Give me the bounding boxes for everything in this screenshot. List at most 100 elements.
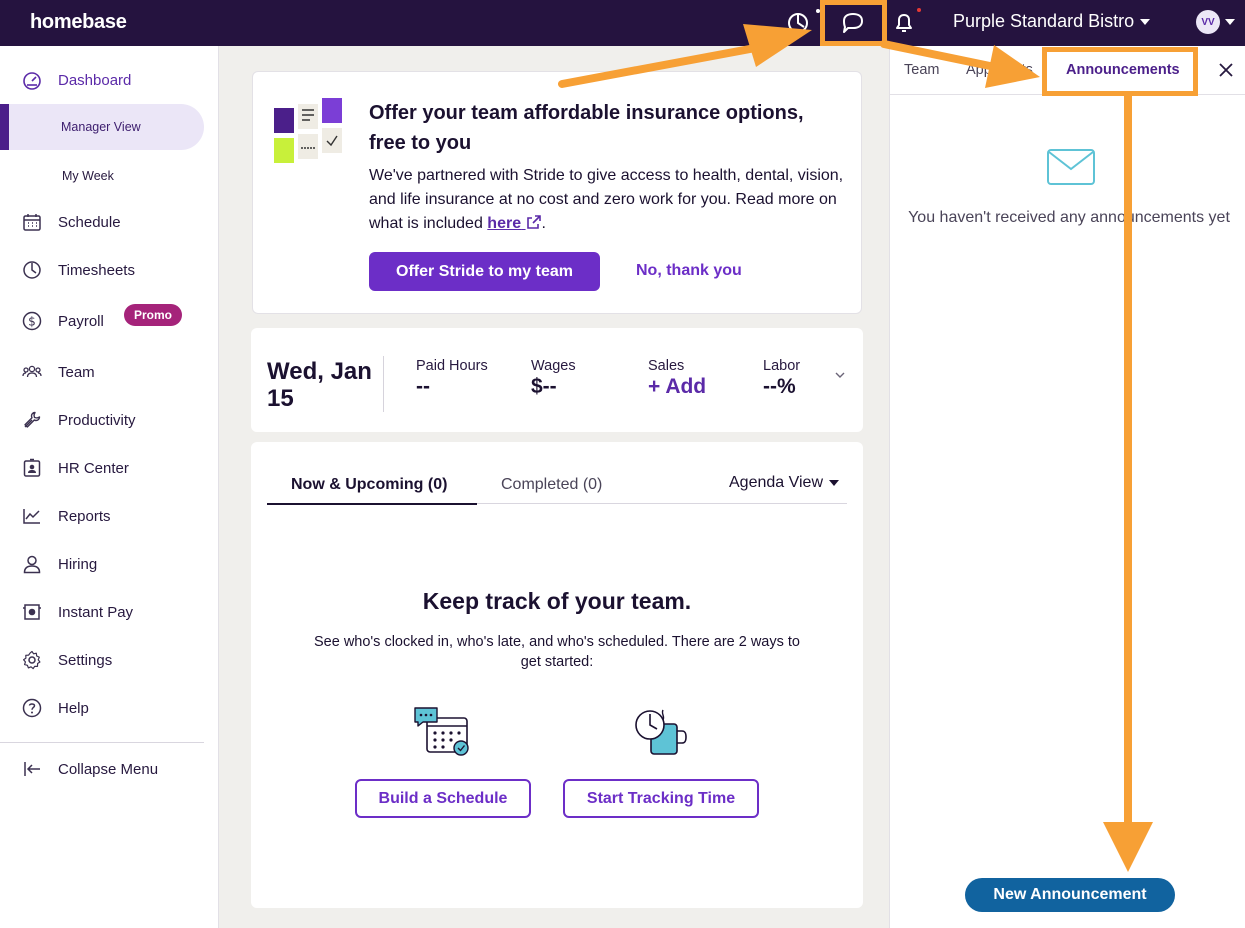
stat-label: Wages	[531, 358, 576, 374]
location-name: Purple Standard Bistro	[953, 11, 1135, 31]
close-icon[interactable]	[1218, 62, 1234, 78]
id-badge-icon	[22, 458, 42, 478]
calendar-icon	[22, 212, 42, 232]
location-switcher[interactable]: Purple Standard Bistro	[953, 11, 1151, 32]
insurance-body-end: .	[541, 215, 546, 232]
gear-icon	[22, 650, 42, 670]
wrench-icon	[22, 410, 42, 430]
notification-dot	[917, 8, 921, 12]
envelope-icon	[1047, 149, 1095, 185]
sidebar-item-label: Instant Pay	[58, 603, 134, 621]
insurance-illustration-icon	[274, 98, 342, 163]
tab-team[interactable]: Team	[904, 62, 939, 78]
agenda-view-label: Agenda View	[729, 474, 823, 491]
team-icon	[22, 362, 42, 382]
homebase-logo[interactable]: homebase	[30, 11, 127, 34]
insurance-body-text: We've partnered with Stride to give acce…	[369, 167, 844, 232]
sidebar-item-label: My Week	[62, 169, 114, 183]
link-label: here	[487, 215, 522, 232]
dollar-icon: $	[22, 311, 42, 331]
time-tracking-mug-illustration-icon	[635, 709, 687, 755]
stats-date: Wed, Jan 15	[267, 358, 372, 412]
sidebar-item-reports[interactable]: Reports	[0, 498, 219, 534]
messages-chat-icon[interactable]	[839, 9, 867, 37]
stat-label: Sales	[648, 358, 685, 374]
empty-state-title: Keep track of your team.	[422, 588, 692, 614]
sidebar-divider	[0, 742, 204, 743]
stat-label: Paid Hours	[416, 358, 488, 374]
sidebar-item-my-week[interactable]: My Week	[0, 153, 204, 199]
kebab-menu-icon[interactable]	[1192, 62, 1198, 78]
sidebar-item-label: Payroll	[58, 312, 104, 330]
sidebar-item-dashboard[interactable]: Dashboard	[0, 62, 219, 98]
sidebar-item-label: Hiring	[58, 555, 98, 573]
chevron-down-icon	[1225, 19, 1235, 25]
build-schedule-button[interactable]: Build a Schedule	[355, 779, 531, 818]
insurance-title: Offer your team affordable insurance opt…	[369, 102, 804, 154]
stat-labor: Labor --%	[763, 358, 800, 399]
sidebar-item-hiring[interactable]: Hiring	[0, 546, 219, 582]
agenda-view-dropdown[interactable]: Agenda View	[729, 474, 839, 492]
stat-label: Labor	[763, 358, 801, 374]
no-thank-you-button[interactable]: No, thank you	[636, 262, 742, 280]
stat-sales: Sales + Add	[648, 358, 706, 399]
sidebar-item-hr-center[interactable]: HR Center	[0, 450, 219, 486]
start-tracking-time-button[interactable]: Start Tracking Time	[563, 779, 759, 818]
insurance-promo-card: Offer your team affordable insurance opt…	[252, 71, 862, 314]
sidebar-item-label: Collapse Menu	[58, 760, 159, 778]
tab-now-upcoming[interactable]: Now & Upcoming (0)	[291, 476, 447, 494]
dashboard-gauge-icon	[22, 70, 42, 90]
top-bar: homebase Purple Standard Bistro VV	[0, 0, 1245, 46]
instant-pay-icon	[22, 602, 42, 622]
time-clock-icon[interactable]	[784, 9, 812, 37]
messages-panel: Team Applicants Announcements You haven'…	[889, 46, 1245, 928]
sidebar-item-label: Dashboard	[58, 71, 132, 89]
add-sales-link[interactable]: + Add	[648, 375, 706, 399]
sidebar-item-instant-pay[interactable]: Instant Pay	[0, 594, 219, 630]
schedule-calendar-illustration-icon	[414, 707, 469, 756]
tab-applicants[interactable]: Applicants	[966, 62, 1033, 78]
new-announcement-button[interactable]: New Announcement	[965, 878, 1175, 912]
daily-stats-card: Wed, Jan 15 Paid Hours -- Wages $-- Sale…	[251, 328, 863, 432]
sidebar-item-manager-view[interactable]: Manager View	[0, 104, 204, 150]
person-icon	[22, 554, 42, 574]
sidebar-item-label: Settings	[58, 651, 113, 669]
offer-stride-button[interactable]: Offer Stride to my team	[369, 252, 600, 291]
sidebar-item-label: Schedule	[58, 213, 121, 231]
tab-announcements[interactable]: Announcements	[1066, 62, 1180, 78]
avatar: VV	[1196, 10, 1220, 34]
time-clock-indicator-dot	[816, 9, 820, 13]
sidebar-item-team[interactable]: Team	[0, 354, 219, 390]
chevron-down-icon[interactable]	[835, 370, 845, 380]
tab-completed[interactable]: Completed (0)	[501, 476, 602, 494]
svg-text:$: $	[28, 315, 36, 329]
stat-value: $--	[531, 375, 557, 398]
collapse-icon	[22, 759, 42, 779]
stats-divider	[383, 356, 384, 412]
no-announcements-text: You haven't received any announcements y…	[908, 209, 1230, 226]
sidebar-item-label: Timesheets	[58, 261, 135, 279]
empty-state-description: See who's clocked in, who's late, and wh…	[313, 634, 800, 670]
sidebar-item-settings[interactable]: Settings	[0, 642, 219, 678]
user-menu[interactable]: VV	[1196, 10, 1235, 34]
promo-badge: Promo	[124, 304, 183, 326]
stat-value: --	[416, 375, 430, 398]
sidebar-item-label: Productivity	[58, 411, 136, 429]
external-link-icon	[526, 215, 541, 229]
sidebar-item-productivity[interactable]: Productivity	[0, 402, 219, 438]
sidebar-collapse-menu[interactable]: Collapse Menu	[0, 751, 219, 787]
insurance-learn-more-link[interactable]: here	[487, 215, 541, 232]
sidebar-item-label: HR Center	[58, 459, 129, 477]
sidebar-item-label: Team	[58, 363, 95, 381]
sidebar-item-help[interactable]: Help	[0, 690, 219, 726]
sidebar-item-label: Help	[58, 699, 89, 717]
notifications-bell-icon[interactable]	[890, 9, 918, 37]
sidebar-item-schedule[interactable]: Schedule	[0, 204, 219, 240]
active-tab-indicator	[1054, 92, 1190, 95]
sidebar-item-payroll[interactable]: $ Payroll Promo	[0, 303, 219, 339]
sidebar-item-timesheets[interactable]: Timesheets	[0, 252, 219, 288]
sidebar-item-label: Reports	[58, 507, 111, 525]
active-tab-indicator	[267, 503, 477, 505]
stat-wages: Wages $--	[531, 358, 576, 399]
chart-line-icon	[22, 506, 42, 526]
